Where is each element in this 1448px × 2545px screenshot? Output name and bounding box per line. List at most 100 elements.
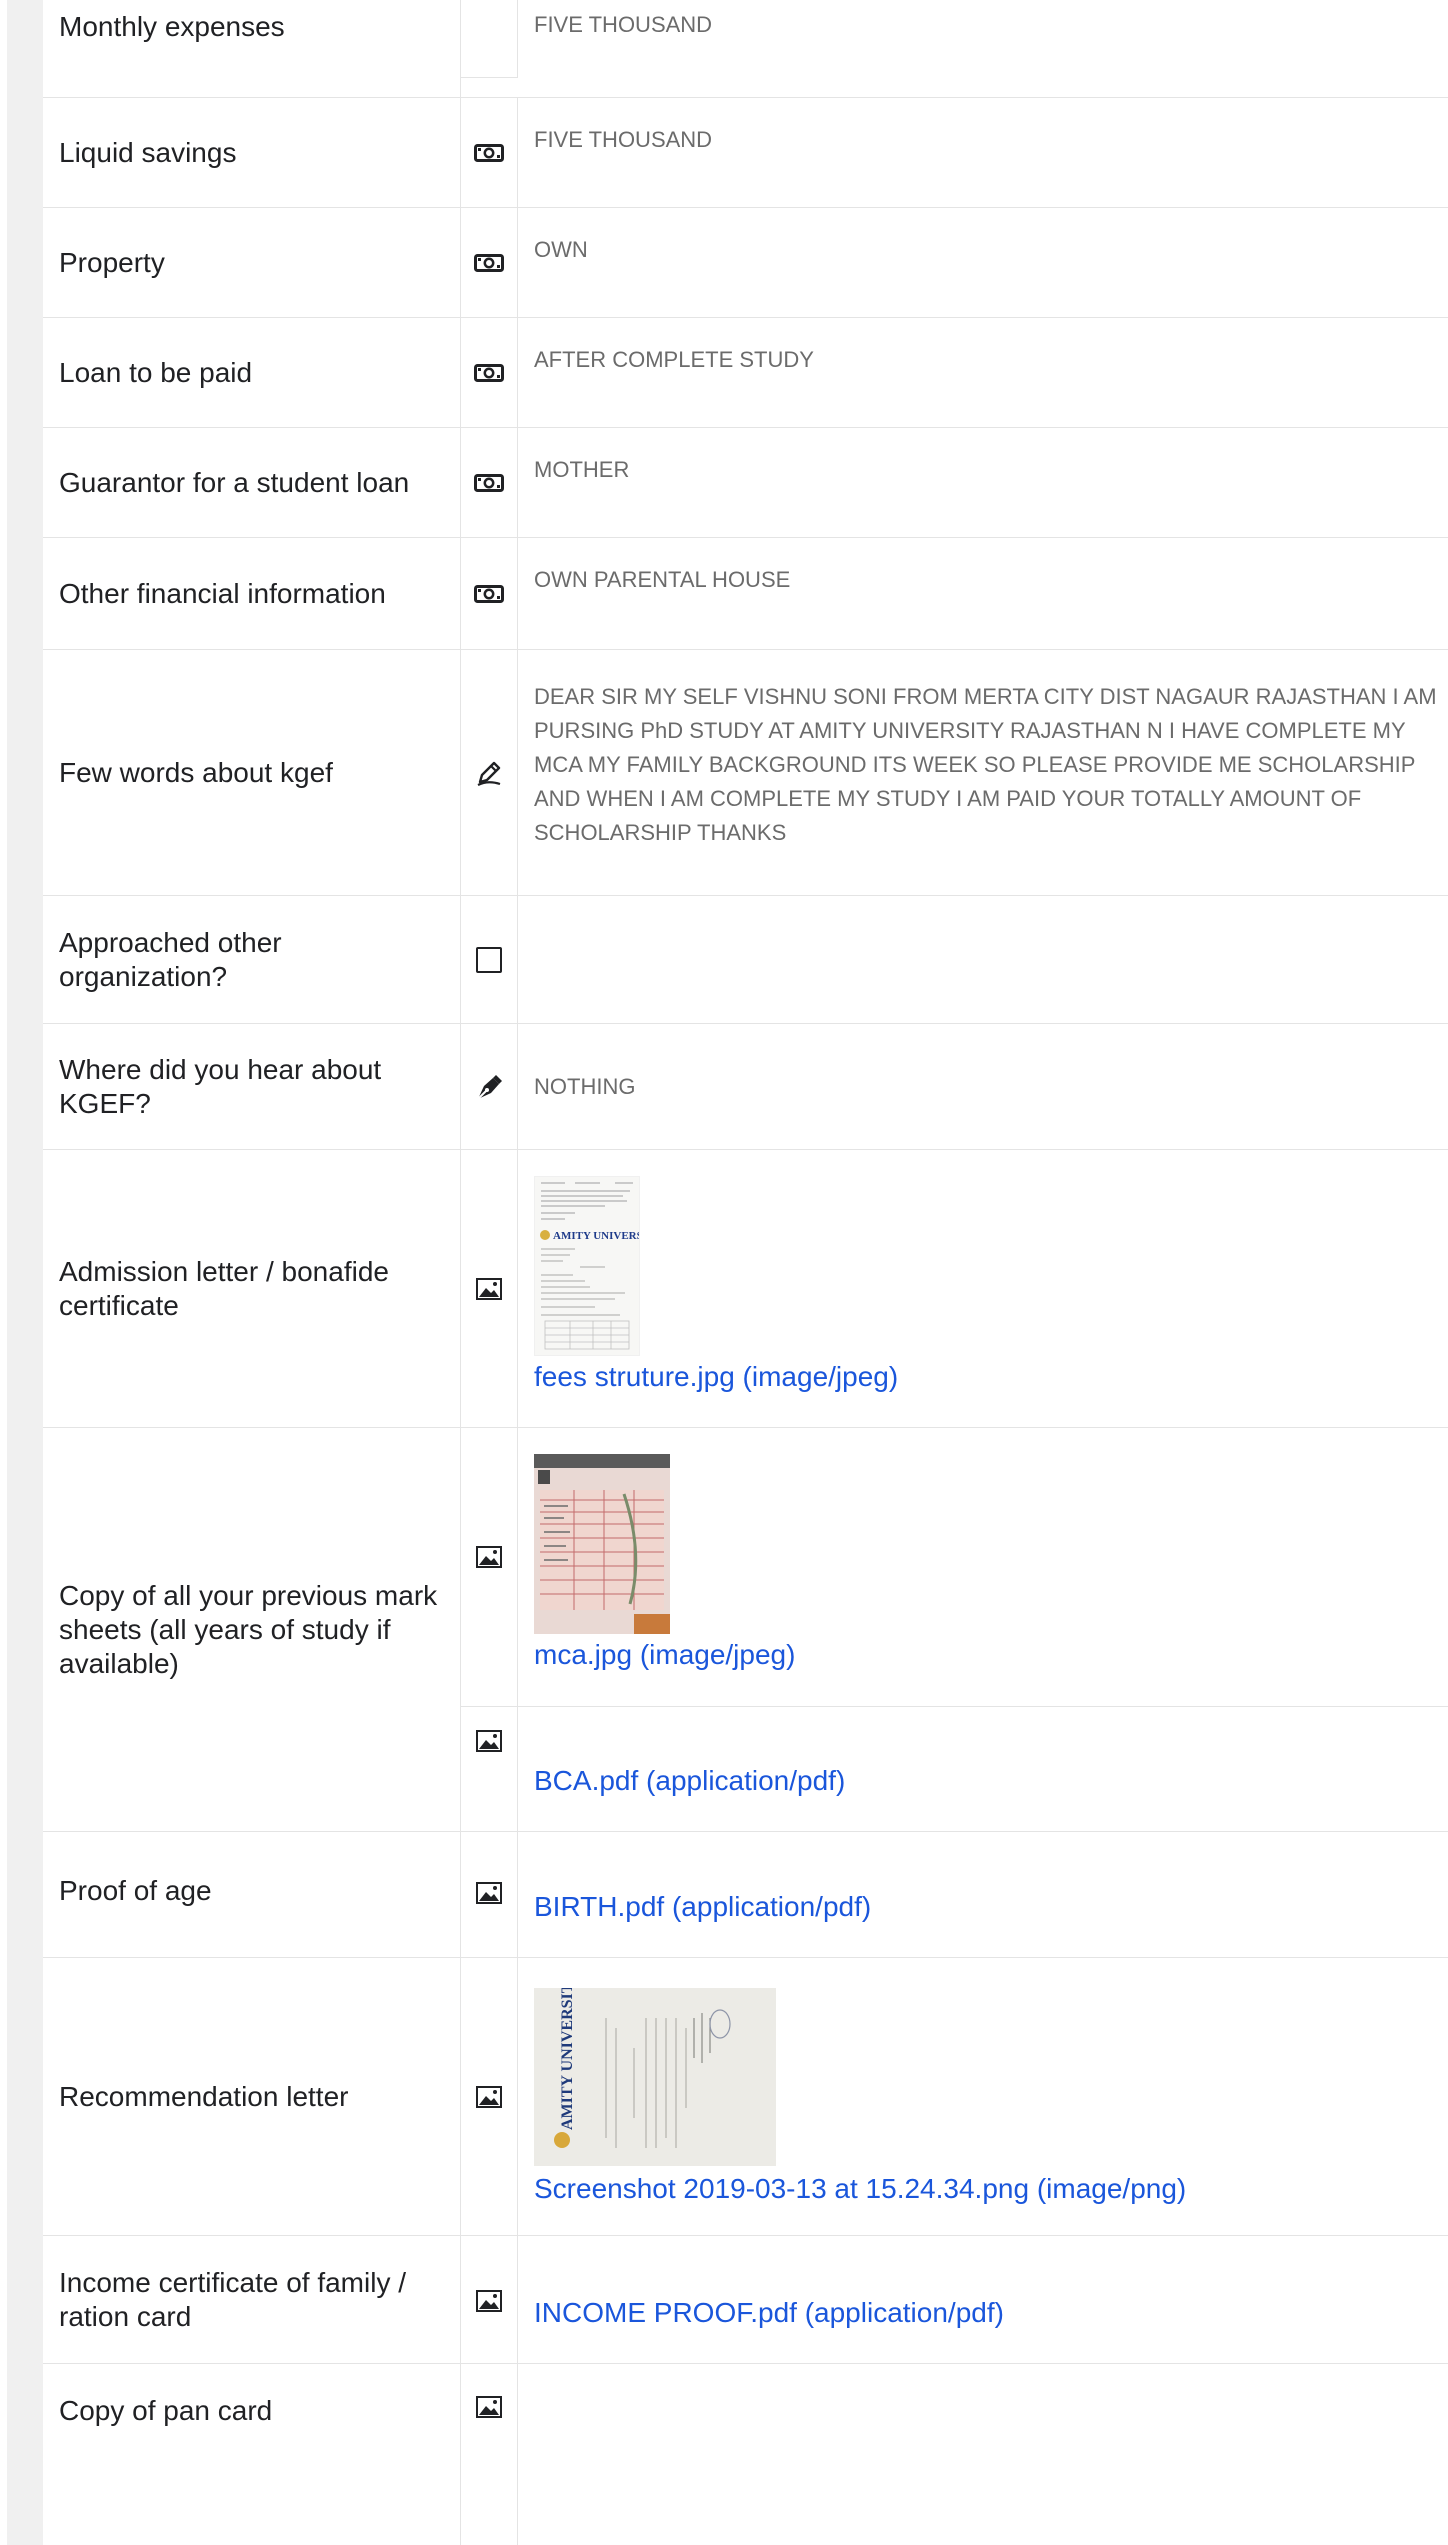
row-monthly-expenses: Monthly expenses FIVE THOUSAND [43,0,1448,98]
attachment-link[interactable]: BIRTH.pdf (application/pdf) [534,1890,871,1924]
value-cell: DEAR SIR MY SELF VISHNU SONI FROM MERTA … [518,650,1448,895]
row-liquid-savings: Liquid savings FIVE THOUSAND [43,98,1448,208]
label-text: Approached other [59,926,282,958]
value-text: NOTHING [534,1074,636,1099]
label-text: Monthly expenses [59,11,285,42]
label-text: certificate [59,1289,179,1321]
label-text: Other financial information [59,577,386,609]
icon-cell [461,1958,518,2235]
row-where-did-you-hear: Where did you hear about KGEF? NOTHING [43,1024,1448,1150]
attachment-link[interactable]: Screenshot 2019-03-13 at 15.24.34.png (i… [534,2172,1186,2206]
label-text: Copy of all your previous mark [59,1579,438,1611]
value-cell: AFTER COMPLETE STUDY [518,318,1448,427]
paragraph-line: DEAR SIR MY SELF VISHNU SONI FROM MERTA … [534,684,1437,709]
paragraph-line: MCA MY FAMILY BACKGROUND ITS WEEK SO PLE… [534,752,1416,777]
money-icon [474,143,504,163]
row-label: Other financial information [43,538,461,649]
icon-cell [461,428,518,537]
icon-cell [461,896,518,1023]
attachment-link[interactable]: mca.jpg (image/jpeg) [534,1638,795,1672]
value-cell [518,2364,1448,2545]
value-cell: mca.jpg (image/jpeg) [518,1428,1448,1706]
attachment-thumbnail[interactable]: AMITY UNIVERSITY [534,1176,640,1356]
checkbox-icon[interactable] [476,946,502,973]
value-text: OWN PARENTAL HOUSE [534,567,791,592]
attachment-link[interactable]: BCA.pdf (application/pdf) [534,1764,845,1798]
value-cell: NOTHING [518,1024,1448,1149]
row-mark-sheets: Copy of all your previous mark sheets (a… [43,1428,1448,1832]
row-label: Recommendation letter [43,1958,461,2235]
row-label: Approached other organization? [43,896,461,1023]
label-text: Guarantor for a student loan [59,466,410,498]
icon-cell [461,538,518,649]
pen-icon [474,758,504,788]
left-gutter [7,0,43,2545]
row-label: Property [43,208,461,317]
paragraph-line: PURSING PhD STUDY AT AMITY UNIVERSITY RA… [534,718,1406,743]
row-guarantor: Guarantor for a student loan MOTHER [43,428,1448,538]
row-label: Liquid savings [43,98,461,207]
row-admission-letter: Admission letter / bonafide certificate [43,1150,1448,1428]
row-property: Property OWN [43,208,1448,318]
row-income-certificate: Income certificate of family / ration ca… [43,2236,1448,2364]
row-label: Few words about kgef [43,650,461,895]
image-icon [476,1882,502,1904]
image-icon [476,2290,502,2312]
value-cell: FIVE THOUSAND [518,0,1448,97]
icon-cell [461,1024,518,1149]
row-few-words-about-kgef: Few words about kgef DEAR SIR MY SELF VI… [43,650,1448,896]
label-text: Property [59,246,165,278]
label-text: sheets (all years of study if [59,1613,391,1645]
money-icon [474,253,504,273]
icon-cell [461,98,518,207]
label-text: available) [59,1647,179,1679]
row-proof-of-age: Proof of age BIRTH.pdf (application/pdf) [43,1832,1448,1958]
row-label: Monthly expenses [43,0,461,97]
attachment-thumbnail[interactable] [534,1454,670,1634]
icon-cell [461,1706,518,1832]
image-icon [476,1546,502,1568]
icon-cell [461,208,518,317]
icon-cell [461,2364,518,2545]
label-text: Few words about kgef [59,756,333,788]
value-cell: MOTHER [518,428,1448,537]
value-text: MOTHER [534,457,630,482]
value-cell: BIRTH.pdf (application/pdf) [518,1832,1448,1957]
thumb-logo-text: AMITY UNIVERSITY [559,1988,576,2130]
row-approached-other-organization: Approached other organization? [43,896,1448,1024]
attachment-thumbnail[interactable]: AMITY UNIVERSITY [534,1988,776,2166]
value-cell: INCOME PROOF.pdf (application/pdf) [518,2236,1448,2363]
attachment-link[interactable]: INCOME PROOF.pdf (application/pdf) [534,2296,1004,2330]
row-label: Loan to be paid [43,318,461,427]
value-text: FIVE THOUSAND [534,12,713,37]
image-icon [476,1277,502,1300]
value-cell: BCA.pdf (application/pdf) [518,1706,1448,1832]
money-icon [474,473,504,493]
row-label: Admission letter / bonafide certificate [43,1150,461,1427]
label-text: Liquid savings [59,136,237,168]
icon-cell [461,2236,518,2363]
icon-cell [461,1428,518,1706]
money-icon [474,363,504,383]
icon-cell-border [461,0,518,78]
row-loan-to-be-paid: Loan to be paid AFTER COMPLETE STUDY [43,318,1448,428]
value-cell: OWN PARENTAL HOUSE [518,538,1448,649]
value-cell: AMITY UNIVERSITY fees struture.jpg (imag… [518,1150,1448,1427]
attachment-subrow: mca.jpg (image/jpeg) [461,1428,1448,1707]
row-other-financial-information: Other financial information OWN PARENTAL… [43,538,1448,650]
attachment-link[interactable]: fees struture.jpg (image/jpeg) [534,1360,898,1394]
value-text: OWN [534,237,588,262]
row-label: Copy of all your previous mark sheets (a… [43,1428,461,1831]
application-details-table: Monthly expenses FIVE THOUSAND Liquid sa… [43,0,1448,2545]
icon-cell [461,1150,518,1427]
image-icon [476,2396,502,2418]
image-icon [476,2085,502,2108]
label-text: Copy of pan card [59,2395,273,2426]
value-cell: OWN [518,208,1448,317]
value-text: FIVE THOUSAND [534,127,713,152]
icon-cell [461,650,518,895]
paragraph-text: DEAR SIR MY SELF VISHNU SONI FROM MERTA … [534,680,1438,850]
label-text: Recommendation letter [59,2080,349,2112]
value-cell [518,896,1448,1023]
image-icon [476,1730,502,1752]
